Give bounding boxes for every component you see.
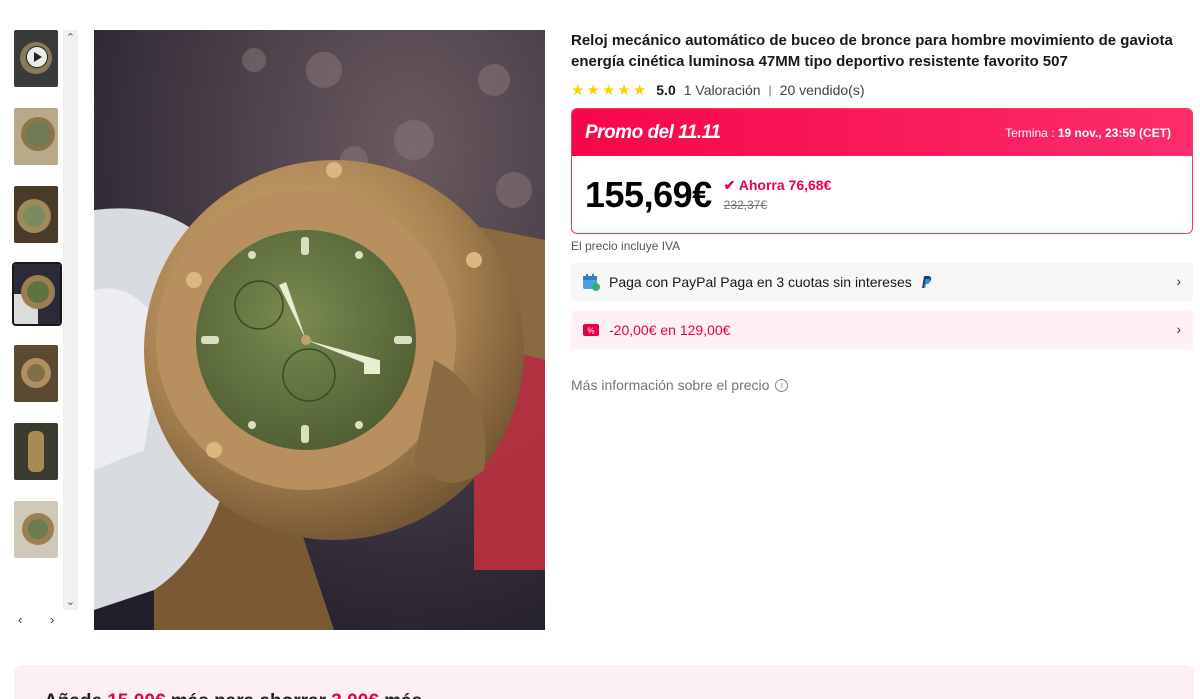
savings-label: ✔ Ahorra 76,68€ xyxy=(724,177,832,194)
promo-header: Promo del 11.11 Termina : 19 nov., 23:59… xyxy=(572,109,1192,156)
paypal-row-label: Paga con PayPal Paga en 3 cuotas sin int… xyxy=(609,274,912,290)
banner-accent: 3,00€ xyxy=(331,691,379,699)
promo-box: Promo del 11.11 Termina : 19 nov., 23:59… xyxy=(571,108,1193,234)
banner-accent: 15,00€ xyxy=(107,691,165,699)
banner-text-part: más para ahorrar xyxy=(165,691,331,699)
chevron-up-icon[interactable]: ⌃ xyxy=(63,30,78,46)
thumbnail-image xyxy=(14,186,58,243)
rating-count-link[interactable]: 1 Valoración xyxy=(684,82,761,98)
thumbnail-scrollbar[interactable]: ⌃ ⌄ xyxy=(63,30,78,610)
sold-count: 20 vendido(s) xyxy=(779,82,865,98)
thumbnail-nav: ‹ › xyxy=(14,612,78,628)
rating-row: ★ ★ ★ ★ ★ 5.0 1 Valoración | 20 vendido(… xyxy=(571,80,1193,100)
thumbnail-image xyxy=(14,108,58,165)
chevron-right-icon: › xyxy=(1176,273,1181,289)
info-icon: i xyxy=(775,378,789,392)
promo-ends-value: 19 nov., 23:59 (CET) xyxy=(1057,125,1171,140)
play-icon xyxy=(26,46,48,68)
banner-text-part: más xyxy=(379,691,422,699)
banner-text-part: Añade xyxy=(44,691,107,699)
thumbnail-image xyxy=(14,423,58,480)
main-product-image[interactable] xyxy=(94,30,545,630)
more-price-info-label: Más información sobre el precio xyxy=(571,377,770,393)
star-icon: ★ xyxy=(586,81,600,99)
promo-end-time: Termina : 19 nov., 23:59 (CET) xyxy=(1005,126,1171,140)
coupon-row-label: -20,00€ en 129,00€ xyxy=(609,322,731,338)
paypal-installments-row[interactable]: Paga con PayPal Paga en 3 cuotas sin int… xyxy=(571,263,1193,301)
chevron-left-icon[interactable]: ‹ xyxy=(18,612,22,628)
promo-banner[interactable]: Añade 15,00€ más para ahorrar 3,00€ más xyxy=(14,665,1194,699)
chevron-right-icon[interactable]: › xyxy=(50,612,54,628)
divider: | xyxy=(768,83,772,97)
banner-text: Añade 15,00€ más para ahorrar 3,00€ más xyxy=(44,691,422,699)
paypal-icon xyxy=(920,275,932,289)
product-title: Reloj mecánico automático de buceo de br… xyxy=(571,32,1173,70)
star-icon: ★ xyxy=(617,81,631,99)
thumbnail-item[interactable] xyxy=(14,501,58,558)
star-icon: ★ xyxy=(601,81,616,99)
thumbnail-item-selected[interactable] xyxy=(12,262,62,326)
star-icon: ★ xyxy=(571,81,585,99)
current-price: 155,69€ xyxy=(585,173,712,215)
thumbnail-item[interactable] xyxy=(14,108,58,165)
coupon-icon: % xyxy=(581,320,601,340)
thumbnail-video[interactable] xyxy=(14,30,58,87)
thumbnail-image xyxy=(14,345,58,402)
thumbnail-item[interactable] xyxy=(14,423,58,480)
more-price-info[interactable]: Más información sobre el precio i xyxy=(571,377,1193,393)
promo-ends-label: Termina : xyxy=(1005,125,1055,140)
star-icon: ★ xyxy=(632,81,647,99)
coupon-row[interactable]: % -20,00€ en 129,00€ › xyxy=(571,311,1193,349)
product-info-panel: Reloj mecánico automático de buceo de br… xyxy=(571,30,1193,393)
calendar-icon xyxy=(581,272,601,292)
promo-title: Promo del 11.11 xyxy=(585,121,721,143)
thumbnail-image xyxy=(14,264,60,324)
chevron-right-icon: › xyxy=(1176,321,1181,337)
vat-note: El precio incluye IVA xyxy=(571,239,681,253)
thumbnail-list xyxy=(12,30,64,579)
thumbnail-item[interactable] xyxy=(14,345,58,402)
chevron-down-icon[interactable]: ⌄ xyxy=(63,594,78,610)
original-price: 232,37€ xyxy=(723,198,768,212)
thumbnail-image xyxy=(14,501,58,558)
savings-block: ✔ Ahorra 76,68€ 232,37€ xyxy=(724,177,832,212)
savings-amount: Ahorra 76,68€ xyxy=(738,177,832,193)
price-section: 155,69€ ✔ Ahorra 76,68€ 232,37€ xyxy=(572,156,1192,233)
star-rating[interactable]: ★ ★ ★ ★ ★ xyxy=(571,83,646,98)
thumbnail-item[interactable] xyxy=(14,186,58,243)
svg-text:%: % xyxy=(587,327,594,336)
tag-icon: ✔ xyxy=(723,177,739,193)
rating-score: 5.0 xyxy=(656,82,676,98)
watch-photo xyxy=(94,30,545,630)
